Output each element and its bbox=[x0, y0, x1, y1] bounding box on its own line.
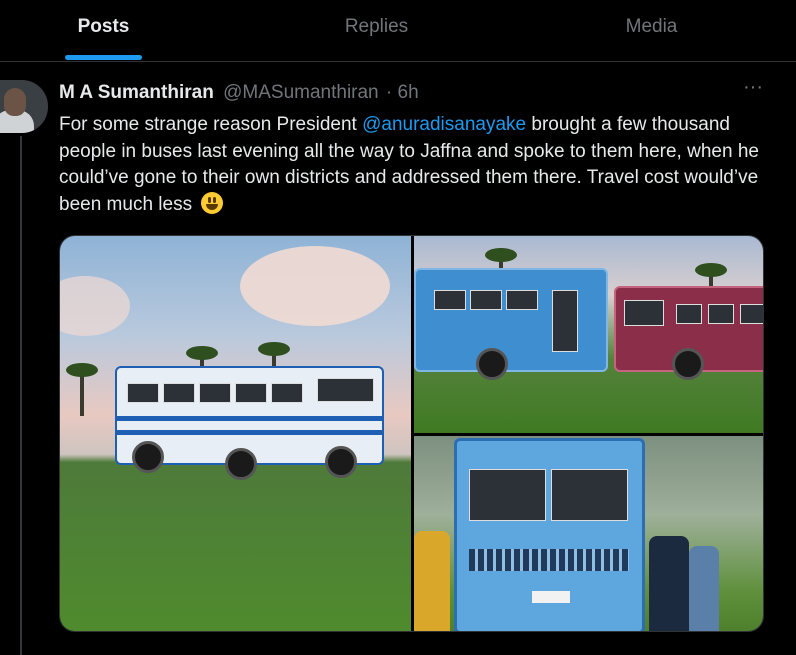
bus-window bbox=[708, 304, 734, 324]
media-grid bbox=[59, 235, 764, 632]
photo-bus-field[interactable] bbox=[60, 236, 411, 631]
bus-grille bbox=[469, 549, 629, 571]
bus-front bbox=[454, 438, 645, 631]
bus-window bbox=[271, 383, 303, 403]
bus-window bbox=[676, 304, 702, 324]
tab-media[interactable]: Media bbox=[548, 0, 755, 61]
bus-window bbox=[235, 383, 267, 403]
more-icon[interactable]: ··· bbox=[741, 77, 765, 100]
avatar[interactable] bbox=[0, 80, 48, 133]
bus-windshield bbox=[469, 469, 546, 521]
bus-door bbox=[552, 290, 578, 352]
thread-line bbox=[20, 136, 22, 655]
post-header: M A Sumanthiran @MASumanthiran · 6h bbox=[59, 82, 419, 106]
photo-bus-front[interactable] bbox=[414, 436, 763, 631]
bus-stripe bbox=[117, 416, 382, 421]
bus-wheel bbox=[132, 441, 164, 473]
bus-wheel bbox=[225, 448, 257, 480]
post-time[interactable]: · 6h bbox=[386, 82, 419, 103]
bus-windshield bbox=[317, 378, 374, 402]
avatar-face bbox=[4, 88, 26, 116]
smiling-face-icon bbox=[201, 191, 224, 214]
bus-window bbox=[199, 383, 231, 403]
bus-window bbox=[163, 383, 195, 403]
bus-blue bbox=[414, 268, 608, 372]
license-plate bbox=[532, 591, 570, 603]
post-text: For some strange reason President @anura… bbox=[59, 112, 779, 218]
author-handle[interactable]: @MASumanthiran bbox=[223, 82, 379, 103]
cloud bbox=[240, 246, 390, 326]
bus-wheel bbox=[672, 348, 704, 380]
photo-two-buses[interactable] bbox=[414, 236, 763, 433]
author-name[interactable]: M A Sumanthiran bbox=[59, 82, 214, 103]
palm-tree bbox=[66, 363, 98, 416]
bus-stripe bbox=[117, 430, 382, 435]
bus-windshield bbox=[551, 469, 628, 521]
bus-window bbox=[740, 304, 763, 324]
bus-wheel bbox=[325, 446, 357, 478]
profile-tabs: Posts Replies Media bbox=[0, 0, 796, 62]
tab-posts[interactable]: Posts bbox=[0, 0, 207, 61]
bus-window bbox=[470, 290, 502, 310]
tab-replies[interactable]: Replies bbox=[273, 0, 480, 61]
person bbox=[689, 546, 719, 631]
post-text-before: For some strange reason President bbox=[59, 114, 363, 135]
bus-window bbox=[506, 290, 538, 310]
bus-window bbox=[434, 290, 466, 310]
bus-window bbox=[127, 383, 159, 403]
person bbox=[414, 531, 450, 631]
active-tab-indicator bbox=[65, 55, 142, 60]
mention-link[interactable]: @anuradisanayake bbox=[362, 114, 526, 135]
bus-wheel bbox=[476, 348, 508, 380]
person bbox=[649, 536, 689, 631]
cloud bbox=[60, 276, 130, 336]
bus-windshield bbox=[624, 300, 664, 326]
